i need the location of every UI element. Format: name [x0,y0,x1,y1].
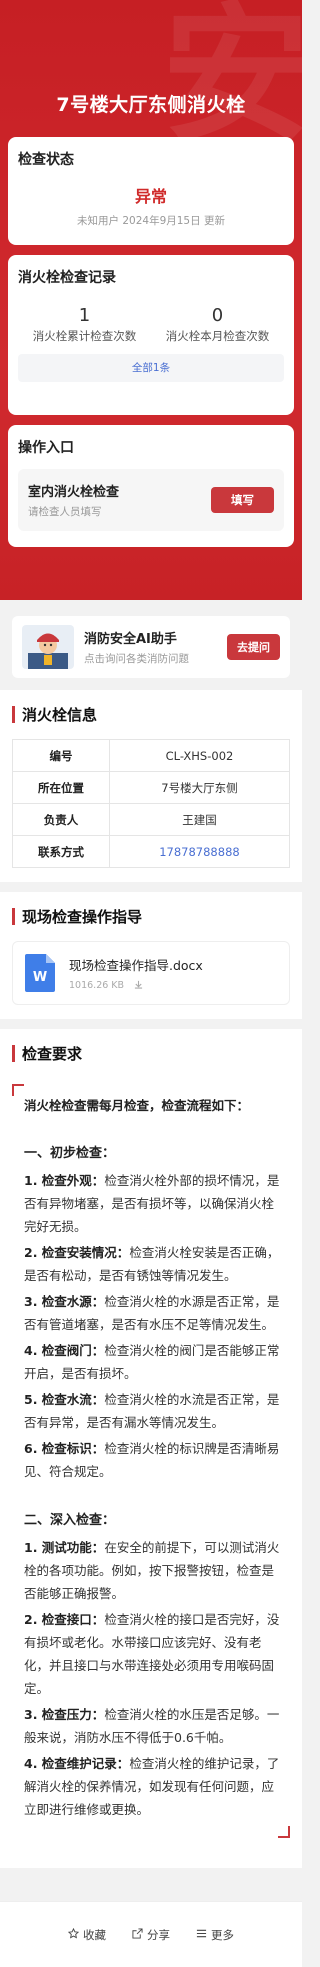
collect-button[interactable]: 收藏 [67,1927,106,1943]
status-meta: 未知用户 2024年9月15日 更新 [77,215,225,227]
stat-total-label: 消火栓累计检查次数 [32,329,137,343]
table-row: 编号 CL-XHS-002 [12,739,291,772]
info-key: 编号 [12,739,110,772]
corner-decoration [278,1826,290,1838]
list-item: 5. 检查水流：检查消火栓的水流是否正常，是否有异常，是否有漏水等情况发生。 [24,1392,280,1430]
requirements-section: 检查要求 消火栓检查需每月检查，检查流程如下： 一、初步检查： 1. 检查外观：… [0,1029,302,1868]
table-row: 联系方式 17878788888 [12,835,291,868]
guide-section: 现场检查操作指导 W 现场检查操作指导.docx 1016.26 KB [0,892,302,1019]
status-card-title: 检查状态 [18,152,74,168]
guide-file[interactable]: W 现场检查操作指导.docx 1016.26 KB [12,941,290,1005]
menu-icon [196,1928,207,1942]
ask-button[interactable]: 去提问 [227,634,280,660]
list-item: 1. 检查外观：检查消火栓外部的损坏情况，是否有异物堵塞，是否有损坏等，以确保消… [24,1173,280,1234]
list-item: 2. 检查安装情况：检查消火栓安装是否正确，是否有松动，是否有锈蚀等情况发生。 [24,1245,280,1283]
entry-card-title: 操作入口 [18,440,74,456]
entry-item[interactable]: 室内消火栓检查 请检查人员填写 填写 [18,469,284,531]
corner-decoration [12,1084,24,1096]
stat-month: 0 消火栓本月检查次数 [151,305,284,344]
list-item: 4. 检查阀门：检查消火栓的阀门是否能够正常开启，是否有损坏。 [24,1343,280,1381]
star-icon [67,1927,80,1942]
record-card: 消火栓检查记录 1 消火栓累计检查次数 0 消火栓本月检查次数 全部1条 [8,255,294,415]
stat-total: 1 消火栓累计检查次数 [18,305,151,344]
info-value: CL-XHS-002 [108,739,291,772]
status-card: 检查状态 异常 未知用户 2024年9月15日 更新 [8,137,294,245]
list-item: 3. 检查水源：检查消火栓的水源是否正常，是否有管道堵塞，是否有水压不足等情况发… [24,1294,280,1332]
word-file-icon: W [25,954,55,992]
share-button[interactable]: 分享 [132,1927,170,1943]
info-value: 7号楼大厅东侧 [108,771,291,804]
page: 安 7号楼大厅东侧消火栓 检查状态 异常 未知用户 2024年9月15日 更新 … [0,0,302,1967]
entry-card: 操作入口 室内消火栓检查 请检查人员填写 填写 [8,425,294,547]
requirements-intro: 消火栓检查需每月检查，检查流程如下： [24,1098,250,1113]
section2-title: 二、深入检查： [24,1513,116,1528]
hydrant-info-title: 消火栓信息 [12,704,290,725]
svg-text:W: W [33,970,47,985]
file-name: 现场检查操作指导.docx [69,957,203,973]
firefighter-avatar-icon [22,625,74,669]
list-item: 2. 检查接口：检查消火栓的接口是否完好，没有损坏或老化。水带接口应该完好、没有… [24,1612,280,1696]
entry-item-sub: 请检查人员填写 [28,506,102,518]
stat-month-label: 消火栓本月检查次数 [165,329,270,343]
record-card-title: 消火栓检查记录 [18,270,116,286]
ai-sub: 点击询问各类消防问题 [84,653,189,665]
record-stats: 1 消火栓累计检查次数 0 消火栓本月检查次数 [18,305,284,344]
stat-month-num: 0 [211,305,224,326]
hydrant-info-section: 消火栓信息 编号 CL-XHS-002 所在位置 7号楼大厅东侧 负责人 王建国… [0,690,302,882]
page-title: 7号楼大厅东侧消火栓 [56,94,246,116]
list-item: 4. 检查维护记录：检查消火栓的维护记录，了解消火栓的保养情况，如发现有任何问题… [24,1756,280,1817]
table-row: 所在位置 7号楼大厅东侧 [12,771,291,804]
section1-title: 一、初步检查： [24,1146,116,1161]
guide-title: 现场检查操作指导 [12,906,290,927]
fill-button[interactable]: 填写 [211,487,274,513]
download-icon[interactable] [134,980,143,992]
info-key: 所在位置 [12,771,110,804]
hero-watermark: 安 [161,0,302,163]
list-item: 3. 检查压力：检查消火栓的水压是否足够。一般来说，消防水压不得低于0.6千帕。 [24,1707,280,1745]
more-button[interactable]: 更多 [196,1927,234,1943]
hero-header: 安 7号楼大厅东侧消火栓 检查状态 异常 未知用户 2024年9月15日 更新 … [0,0,302,600]
list-item: 1. 测试功能：在安全的前提下，可以测试消火栓的各项功能。例如，按下报警按钮，检… [24,1540,280,1601]
info-value: 王建国 [108,803,291,836]
stat-total-num: 1 [78,305,91,326]
info-key: 联系方式 [12,835,110,868]
share-icon [132,1927,143,1942]
requirements-body: 消火栓检查需每月检查，检查流程如下： 一、初步检查： 1. 检查外观：检查消火栓… [12,1084,290,1838]
list-item: 6. 检查标识：检查消火栓的标识牌是否清晰易见、符合规定。 [24,1441,280,1479]
file-size: 1016.26 KB [69,980,125,991]
hydrant-info-table: 编号 CL-XHS-002 所在位置 7号楼大厅东侧 负责人 王建国 联系方式 … [12,739,291,868]
table-row: 负责人 王建国 [12,803,291,836]
entry-item-title: 室内消火栓检查 [28,485,120,500]
phone-link[interactable]: 17878788888 [108,835,291,868]
requirements-title: 检查要求 [12,1043,290,1064]
ai-title: 消防安全AI助手 [84,632,177,647]
status-value: 异常 [134,187,167,206]
ai-assistant-card[interactable]: 消防安全AI助手 点击询问各类消防问题 去提问 [12,616,290,678]
bottom-bar: 收藏 分享 更多 [0,1901,302,1967]
all-records-link[interactable]: 全部1条 [18,354,284,382]
info-key: 负责人 [12,803,110,836]
